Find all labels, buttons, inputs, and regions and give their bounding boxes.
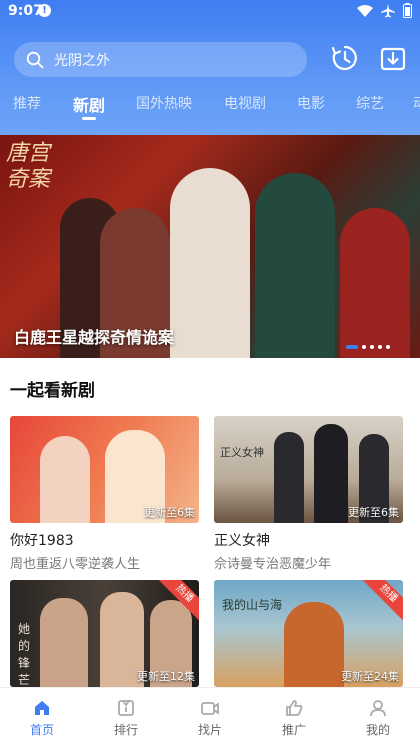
card-description: 周也重返八零逆袭人生 [10, 557, 141, 572]
download-icon[interactable] [379, 44, 407, 72]
update-badge: 更新至12集 [137, 670, 195, 683]
status-bar: 9:07 ! [0, 0, 420, 24]
thumbs-up-icon [286, 700, 303, 716]
carousel-dot[interactable] [370, 345, 374, 349]
search-placeholder: 光阴之外 [54, 52, 110, 69]
user-icon [370, 700, 386, 717]
tab-overseas[interactable]: 国外热映 [136, 93, 192, 113]
battery-icon [403, 3, 412, 18]
update-badge: 更新至6集 [348, 506, 399, 519]
nav-label: 找片 [197, 723, 222, 737]
nav-home[interactable]: 首页 [12, 698, 72, 738]
history-icon[interactable] [331, 44, 359, 72]
active-tab-indicator [82, 117, 96, 120]
home-icon [35, 701, 49, 715]
tab-tv-series[interactable]: 电视剧 [224, 93, 266, 113]
update-badge: 更新至24集 [341, 670, 399, 683]
tab-recommend[interactable]: 推荐 [13, 93, 41, 113]
drama-card[interactable]: 更新至6集 你好1983 周也重返八零逆袭人生 [10, 416, 199, 572]
header: 9:07 ! 光阴之外 推荐 新剧 国外热映 电视剧 电影 综艺 动 [0, 0, 420, 135]
nav-label: 首页 [29, 723, 54, 737]
poster-figure [274, 432, 304, 523]
banner-calligraphy: 唐宫奇案 [6, 141, 51, 192]
nav-promote[interactable]: 推广 [264, 698, 324, 738]
poster-title-mark: 正义女神 [220, 446, 264, 459]
nav-label: 排行 [113, 723, 138, 737]
carousel-dot[interactable] [378, 345, 382, 349]
poster-figure [40, 436, 90, 523]
tab-new-drama[interactable]: 新剧 [73, 93, 105, 116]
video-icon [201, 702, 219, 715]
banner-figure [255, 173, 335, 358]
tab-variety[interactable]: 综艺 [356, 93, 384, 113]
tab-anime[interactable]: 动 [413, 93, 420, 113]
search-icon [26, 51, 44, 68]
ranking-icon [118, 700, 134, 716]
hot-badge: 热播 [359, 580, 403, 623]
section-title: 一起看新剧 [10, 381, 95, 401]
nav-ranking[interactable]: 排行 [96, 698, 156, 738]
nav-label: 我的 [365, 723, 390, 737]
card-poster: 她的锋芒 热播 更新至12集 [10, 580, 199, 687]
card-poster: 我的山与海 热播 更新至24集 [214, 580, 403, 687]
carousel-indicator [346, 345, 390, 349]
wifi-icon [357, 4, 373, 17]
poster-figure [284, 602, 344, 687]
card-poster: 正义女神 更新至6集 [214, 416, 403, 523]
card-poster: 更新至6集 [10, 416, 199, 523]
category-tabs: 推荐 新剧 国外热映 电视剧 电影 综艺 动 [0, 93, 420, 123]
nav-label: 推广 [281, 723, 306, 737]
search-bar[interactable]: 光阴之外 [14, 42, 307, 77]
poster-title-mark: 她的锋芒 [18, 622, 31, 687]
drama-card[interactable]: 她的锋芒 热播 更新至12集 [10, 580, 199, 687]
nav-find[interactable]: 找片 [180, 698, 240, 738]
notification-icon: ! [38, 4, 51, 17]
drama-card[interactable]: 正义女神 更新至6集 正义女神 佘诗曼专治恶魔少年 [214, 416, 403, 572]
banner-caption: 白鹿王星越探奇情诡案 [14, 328, 175, 347]
drama-card[interactable]: 我的山与海 热播 更新至24集 [214, 580, 403, 687]
carousel-dot[interactable] [362, 345, 366, 349]
banner-carousel[interactable]: 唐宫奇案 白鹿王星越探奇情诡案 [0, 135, 420, 358]
card-title: 你好1983 [10, 533, 74, 549]
bottom-navigation: 首页 排行 找片 推广 我的 [0, 687, 420, 747]
banner-figure [170, 168, 250, 358]
system-icons [357, 3, 412, 18]
poster-figure [314, 424, 348, 523]
card-title: 正义女神 [214, 533, 270, 549]
nav-profile[interactable]: 我的 [348, 698, 408, 738]
tab-movies[interactable]: 电影 [297, 93, 325, 113]
update-badge: 更新至6集 [144, 506, 195, 519]
poster-title-mark: 我的山与海 [222, 598, 283, 612]
card-description: 佘诗曼专治恶魔少年 [214, 557, 332, 572]
airplane-icon [381, 3, 395, 17]
carousel-dot[interactable] [346, 345, 358, 349]
banner-figure [340, 208, 410, 358]
poster-figure [40, 598, 88, 687]
carousel-dot[interactable] [386, 345, 390, 349]
